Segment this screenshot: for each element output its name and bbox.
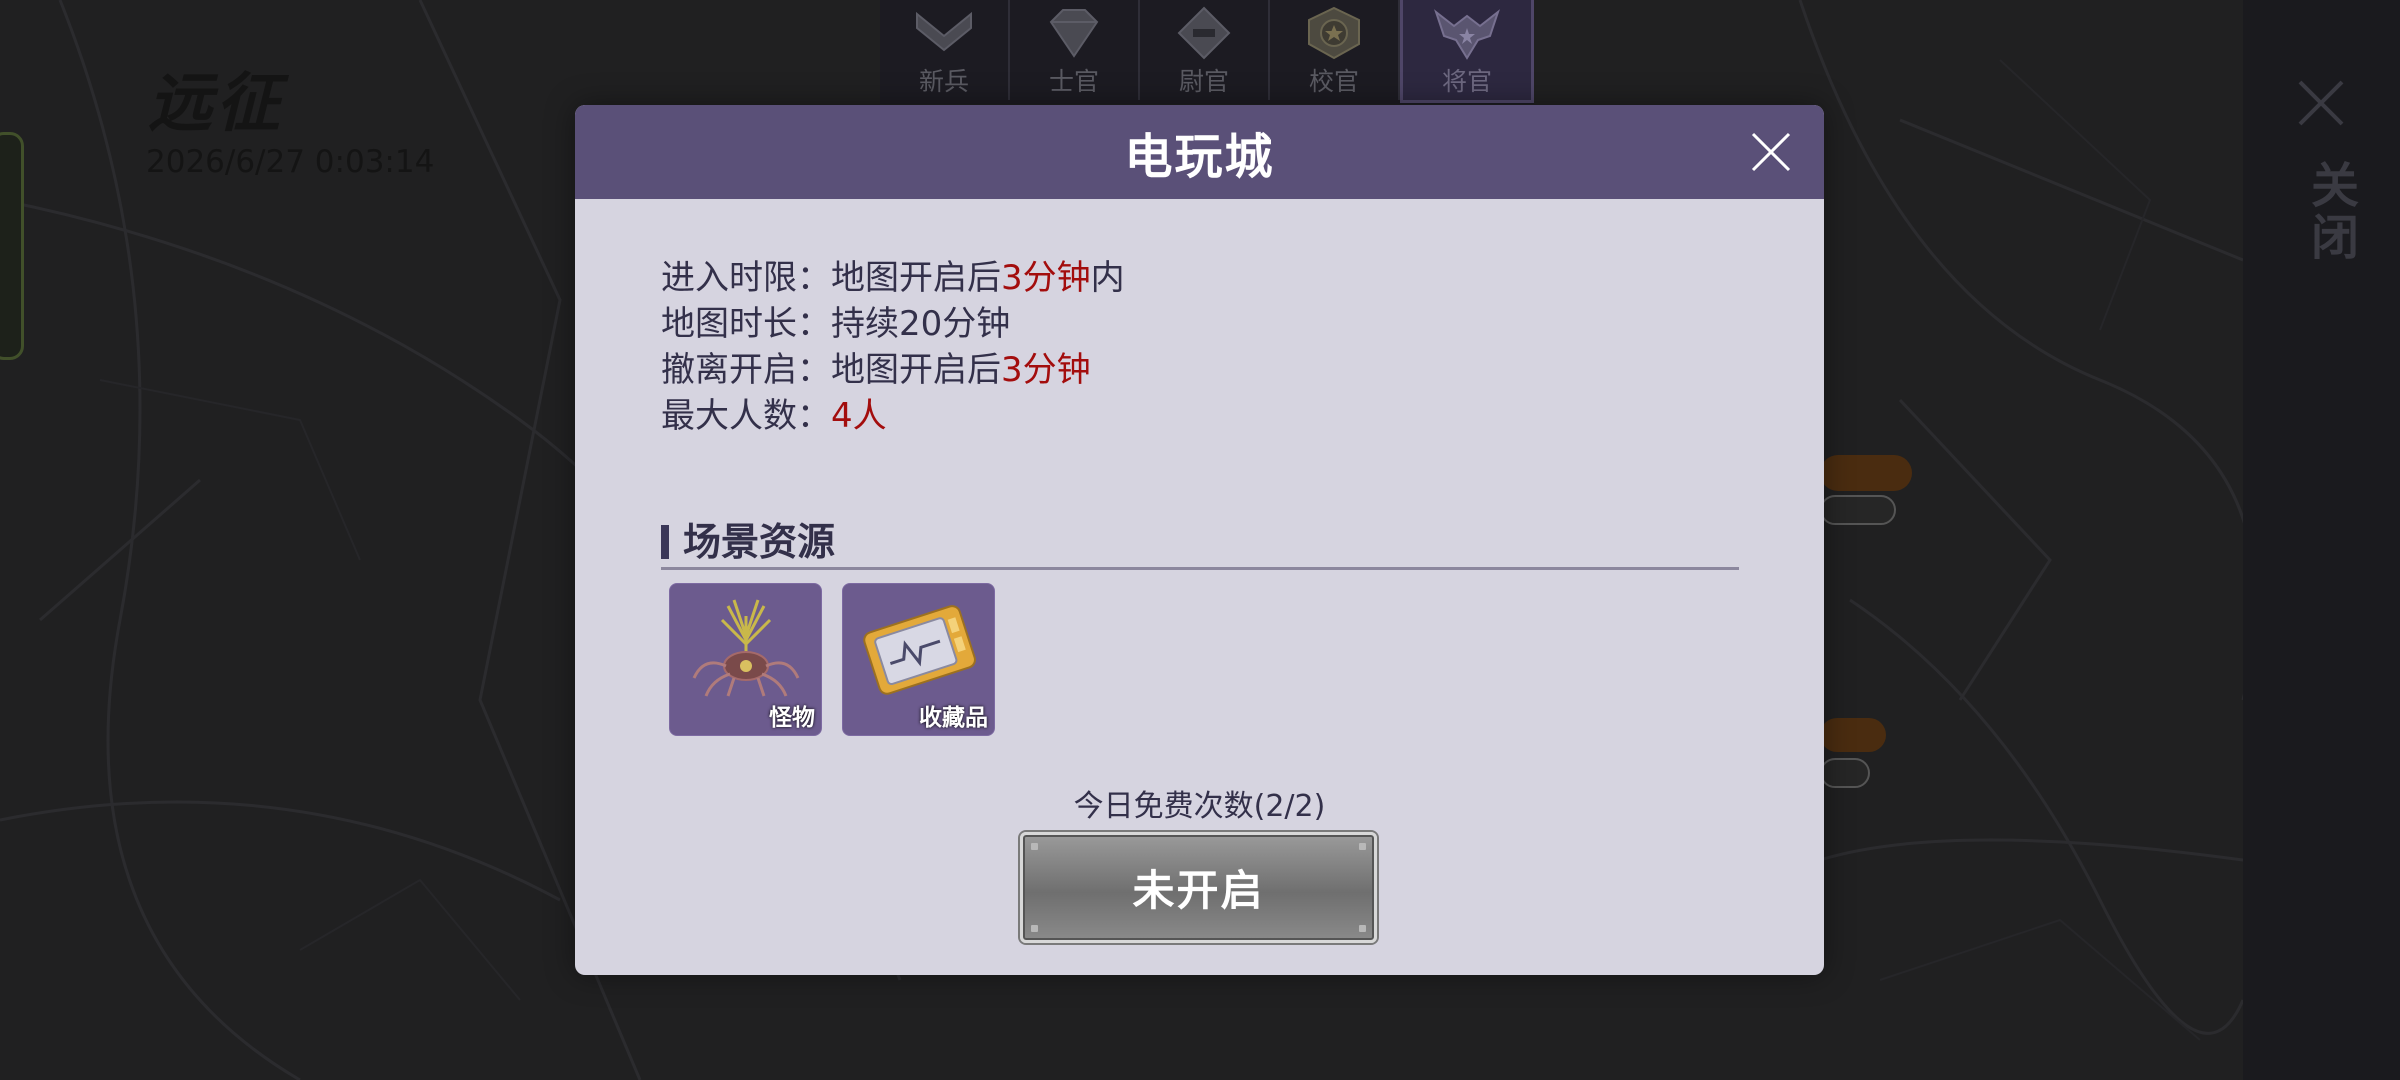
- rank-tab-bar: 新兵 士官 尉官 校官 将官: [880, 0, 1534, 104]
- section-header: 场景资源: [661, 509, 1739, 570]
- resource-item-collectible[interactable]: 收藏品: [842, 583, 995, 736]
- collectible-device-icon: [863, 605, 976, 695]
- free-attempts-text: 今日免费次数(2/2): [1073, 789, 1326, 824]
- rank-tab-recruit[interactable]: 新兵: [880, 0, 1010, 100]
- monster-icon: [692, 599, 800, 697]
- left-edge-tab[interactable]: [0, 132, 24, 360]
- rank-tab-label: 校官: [1308, 67, 1359, 96]
- rank-tab-general[interactable]: 将官: [1400, 0, 1534, 103]
- map-info-dialog: 电玩城 进入时限：地图开启后3分钟内 地图时长：持续20分钟 撤离开启：地图开启…: [575, 105, 1824, 975]
- resource-label: 怪物: [769, 705, 815, 731]
- side-close-label[interactable]: 关闭: [2295, 160, 2365, 264]
- close-icon[interactable]: [2296, 78, 2346, 128]
- info-row-map-duration: 地图时长：持续20分钟: [661, 304, 1011, 344]
- bar-diamond-emblem-icon: [1177, 6, 1231, 60]
- rank-tab-label: 新兵: [918, 67, 969, 96]
- page-datetime: 2026/6/27 0:03:14: [146, 144, 435, 180]
- section-title: 场景资源: [683, 520, 836, 564]
- rank-tab-nco[interactable]: 士官: [1010, 0, 1140, 100]
- page-title: 远征: [148, 67, 284, 141]
- star-emblem-icon: [1308, 6, 1360, 60]
- map-info-list: 进入时限：地图开启后3分钟内 地图时长：持续20分钟 撤离开启：地图开启后3分钟…: [661, 255, 1125, 439]
- info-row-extraction-open: 撤离开启：地图开启后3分钟: [661, 350, 1091, 390]
- rank-tab-colonel[interactable]: 校官: [1270, 0, 1400, 100]
- map-marker-bar: [1820, 455, 1912, 491]
- start-button-label: 未开启: [1132, 866, 1265, 915]
- rank-tab-label: 尉官: [1178, 67, 1229, 96]
- dialog-title: 电玩城: [1124, 129, 1275, 185]
- rank-tab-label: 将官: [1441, 67, 1492, 96]
- start-button[interactable]: 未开启: [1020, 832, 1377, 943]
- dialog-header: 电玩城: [575, 105, 1824, 199]
- chevron-emblem-icon: [916, 11, 972, 52]
- rank-tab-label: 士官: [1048, 67, 1099, 96]
- map-marker-bar: [1820, 758, 1870, 788]
- resource-label: 收藏品: [919, 705, 988, 731]
- side-close-panel[interactable]: 关闭: [2243, 0, 2400, 1080]
- info-row-max-players: 最大人数：4人: [661, 396, 887, 436]
- resource-list: 怪物 收藏品: [669, 583, 995, 736]
- section-marker: [661, 525, 669, 559]
- map-marker-bar: [1820, 718, 1886, 752]
- close-icon[interactable]: [1750, 131, 1792, 173]
- map-marker-bar: [1820, 495, 1896, 525]
- eagle-emblem-icon: [1434, 9, 1500, 60]
- resource-item-monster[interactable]: 怪物: [669, 583, 822, 736]
- diamond-emblem-icon: [1049, 9, 1099, 58]
- info-row-entry-limit: 进入时限：地图开启后3分钟内: [661, 258, 1125, 298]
- rank-tab-lieutenant[interactable]: 尉官: [1140, 0, 1270, 100]
